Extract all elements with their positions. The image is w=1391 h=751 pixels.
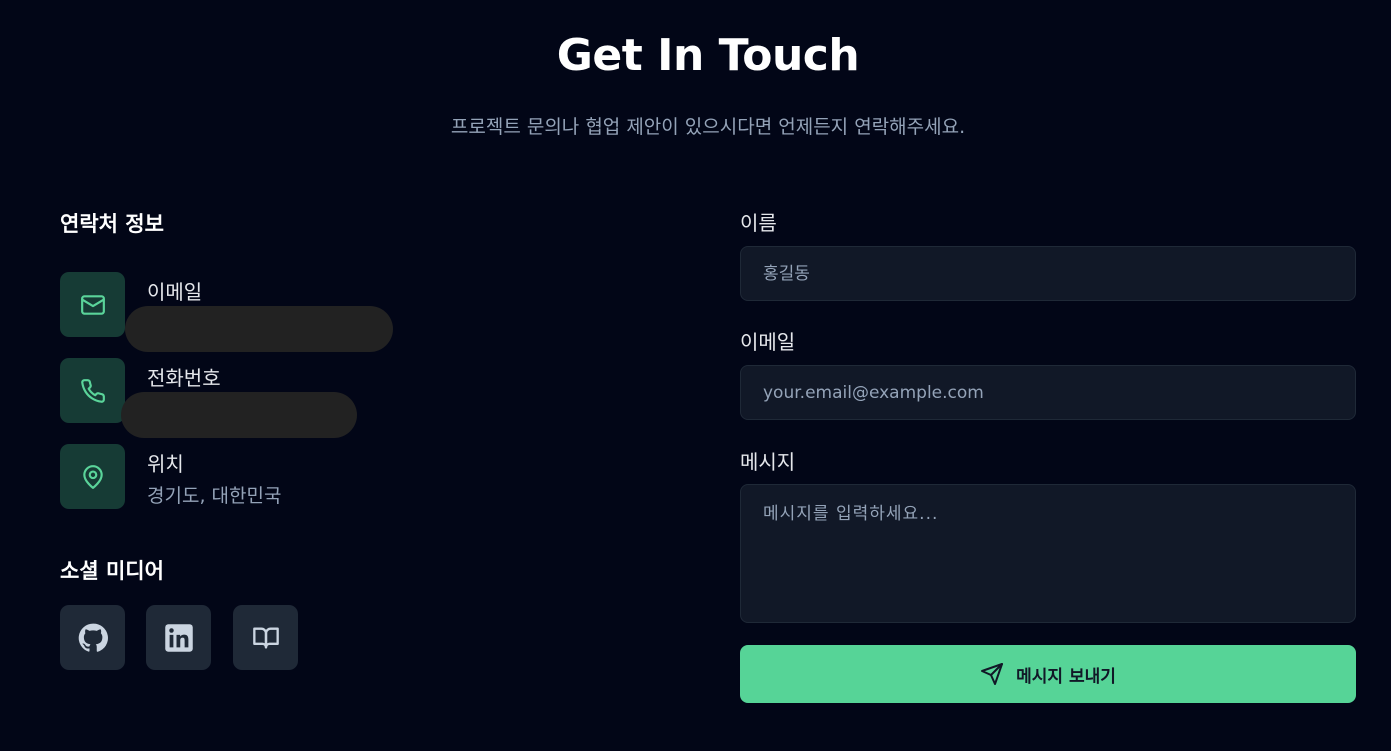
send-message-button[interactable]: 메시지 보내기	[740, 645, 1356, 703]
contact-info-heading: 연락처 정보	[60, 212, 164, 236]
name-label: 이름	[740, 211, 777, 235]
page-subtitle: 프로젝트 문의나 협업 제안이 있으시다면 언제든지 연락해주세요.	[450, 116, 966, 138]
email-field-label: 이메일	[740, 330, 796, 354]
map-pin-icon	[60, 444, 125, 509]
message-textarea[interactable]	[741, 485, 1355, 622]
location-label: 위치	[147, 452, 184, 476]
redacted-email	[125, 306, 393, 352]
message-label: 메시지	[740, 450, 796, 474]
send-button-label: 메시지 보내기	[1016, 666, 1116, 687]
location-value: 경기도, 대한민국	[147, 485, 282, 507]
page-title: Get In Touch	[556, 30, 860, 81]
github-icon	[78, 623, 108, 652]
email-field	[740, 365, 1356, 420]
github-link[interactable]	[60, 605, 125, 670]
name-input[interactable]	[741, 247, 1355, 300]
blog-link[interactable]	[233, 605, 298, 670]
phone-label: 전화번호	[147, 366, 221, 390]
phone-icon	[60, 358, 125, 423]
linkedin-link[interactable]	[146, 605, 211, 670]
social-media-heading: 소셜 미디어	[60, 559, 164, 583]
email-input[interactable]	[741, 366, 1355, 419]
mail-icon	[60, 272, 125, 337]
book-icon	[252, 627, 279, 648]
send-icon	[981, 663, 1004, 685]
contact-item-location: 위치 경기도, 대한민국	[60, 444, 460, 509]
linkedin-icon	[164, 623, 193, 652]
redacted-phone	[121, 392, 357, 438]
name-field	[740, 246, 1356, 301]
message-field	[740, 484, 1356, 623]
email-label: 이메일	[147, 280, 203, 304]
